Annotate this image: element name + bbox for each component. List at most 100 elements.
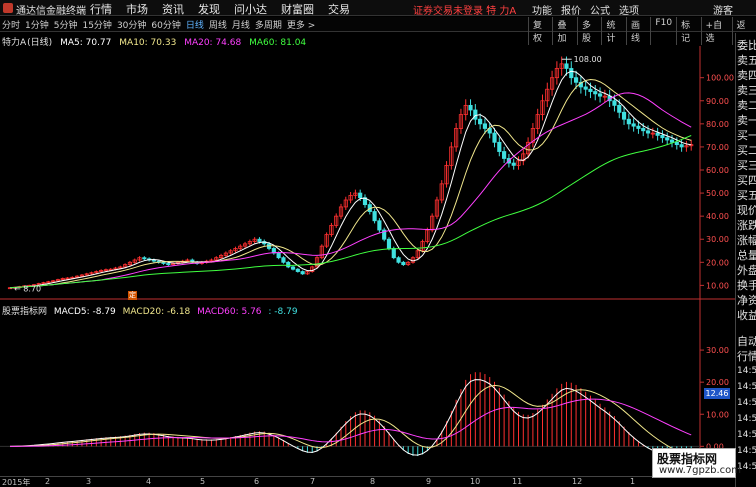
app-window: 通达信金融终端 行情 市场 资讯 发现 问小达 财富圈 交易 证券交易未登录 特… — [0, 0, 756, 487]
app-name: 通达信金融终端 — [16, 6, 86, 17]
time-row: 14:50 — [737, 366, 756, 376]
menu-item-wealth[interactable]: 财富圈 — [281, 1, 314, 17]
tab-monthly[interactable]: 月线 — [232, 18, 250, 31]
label-sell1: 卖一 — [737, 114, 756, 127]
candle-body — [290, 266, 296, 270]
ma-line-ma60 — [9, 135, 692, 289]
menu-item-quote[interactable]: 报价 — [561, 2, 581, 17]
candle-body — [679, 144, 684, 148]
candle-body — [276, 252, 281, 259]
period-tabs: 分时 1分钟 5分钟 15分钟 30分钟 60分钟 日线 周线 月线 多周期 更… — [2, 18, 320, 31]
add-watchlist-button[interactable]: +自选 — [700, 17, 732, 45]
candle-body — [478, 118, 483, 125]
high-price-label: 108.00 — [574, 55, 602, 64]
price-tick-label: 80.00 — [706, 120, 729, 129]
candle-body — [597, 93, 603, 97]
macd-tick-label: 30.00 — [706, 346, 729, 355]
candle-body — [386, 238, 392, 249]
quote-side-panel[interactable]: 委比 卖五 卖四 卖三 卖二 卖一 买一 买二 买三 买四 买五 现价 涨跌 涨… — [735, 33, 756, 487]
macd-chart[interactable]: 0.0010.0020.0030.00 — [0, 300, 735, 476]
candle-body — [286, 261, 291, 268]
multi-stock-button[interactable]: 多股 — [576, 17, 601, 45]
main-menu: 行情 市场 资讯 发现 问小达 财富圈 交易 — [90, 1, 364, 17]
candle-body — [631, 123, 636, 127]
label-outer: 外盘 — [737, 264, 756, 277]
tab-5min[interactable]: 5分钟 — [54, 18, 78, 31]
date-label: 4 — [146, 477, 152, 486]
candle-body — [396, 257, 401, 263]
label-buy2: 买二 — [737, 144, 756, 157]
guest-label[interactable]: 游客 — [713, 2, 733, 17]
menu-item-discover[interactable]: 发现 — [198, 1, 220, 17]
overlay-button[interactable]: 叠加 — [552, 17, 576, 45]
date-label: 7 — [310, 477, 316, 486]
chart-buttons: 复权 叠加 多股 统计 画线 F10 标记 +自选 返回 — [528, 17, 756, 45]
price-tick-label: 50.00 — [706, 189, 729, 198]
tab-multi-period[interactable]: 多周期 — [255, 18, 282, 31]
tab-30min[interactable]: 30分钟 — [117, 18, 146, 31]
login-notice[interactable]: 证券交易未登录 特 力A — [413, 2, 516, 17]
candle-body — [358, 192, 363, 199]
macd-tick-label: 10.00 — [706, 410, 729, 419]
title-bar: 通达信金融终端 行情 市场 资讯 发现 问小达 财富圈 交易 证券交易未登录 特… — [0, 0, 756, 17]
menu-item-trade[interactable]: 交易 — [328, 1, 350, 17]
label-volume: 总量 — [737, 249, 756, 262]
menu-item-function[interactable]: 功能 — [532, 2, 552, 17]
tab-weekly[interactable]: 周线 — [209, 18, 227, 31]
statistics-button[interactable]: 统计 — [601, 17, 625, 45]
tab-daily[interactable]: 日线 — [186, 18, 204, 31]
event-tag[interactable]: 定 — [128, 291, 137, 300]
label-market: 行情 — [737, 350, 756, 363]
candle-body — [665, 137, 670, 141]
label-sell3: 卖三 — [737, 84, 756, 97]
candle-body — [669, 139, 675, 143]
f10-button[interactable]: F10 — [650, 17, 676, 45]
label-earnings: 收益 — [737, 309, 756, 322]
date-label: 8 — [370, 477, 376, 486]
draw-line-button[interactable]: 画线 — [625, 17, 650, 45]
price-tick-label: 20.00 — [706, 258, 729, 267]
menu-item-options[interactable]: 选项 — [619, 2, 639, 17]
candle-body — [617, 104, 622, 113]
tab-1min[interactable]: 1分钟 — [25, 18, 49, 31]
candle-body — [372, 211, 377, 222]
time-row: 14:50 — [737, 446, 756, 456]
tab-60min[interactable]: 60分钟 — [151, 18, 180, 31]
tab-15min[interactable]: 15分钟 — [82, 18, 111, 31]
date-label: 5 — [200, 477, 206, 486]
label-buy3: 买三 — [737, 159, 756, 172]
mark-button[interactable]: 标记 — [676, 17, 700, 45]
macd-cursor-badge: 12.46 — [704, 388, 730, 399]
candle-body — [161, 261, 166, 264]
menu-item-formula[interactable]: 公式 — [590, 2, 610, 17]
date-label: 1 — [630, 477, 636, 486]
menu-item-ask[interactable]: 问小达 — [234, 1, 267, 17]
menu-item-quotes[interactable]: 行情 — [90, 1, 112, 17]
label-weibi: 委比 — [737, 39, 756, 52]
candle-body — [621, 111, 627, 120]
tab-intraday[interactable]: 分时 — [2, 18, 20, 31]
label-price: 现价 — [737, 204, 756, 217]
label-change: 涨跌 — [737, 219, 756, 232]
date-label: 10 — [470, 477, 481, 486]
restore-rights-button[interactable]: 复权 — [528, 17, 552, 45]
price-tick-label: 40.00 — [706, 212, 729, 221]
label-buy5: 买五 — [737, 189, 756, 202]
price-tick-label: 60.00 — [706, 166, 729, 175]
low-price-label: ← 8.70 — [14, 284, 41, 293]
label-auto: 自动 — [737, 335, 756, 348]
price-tick-label: 90.00 — [706, 97, 729, 106]
date-label: 2 — [45, 477, 51, 486]
label-net-asset: 净资 — [737, 294, 756, 307]
tab-more[interactable]: 更多 > — [287, 18, 315, 31]
candle-body — [660, 134, 665, 139]
candle-body — [593, 91, 598, 95]
candle-body — [573, 77, 579, 83]
candle-body — [401, 261, 406, 266]
candle-body — [281, 257, 286, 263]
date-label: 12 — [572, 477, 583, 486]
candle-body — [391, 248, 396, 259]
menu-item-news[interactable]: 资讯 — [162, 1, 184, 17]
candlestick-chart[interactable]: 10.00 20.00 30.00 40.00 50.00 60.00 70.00 80.00… — [0, 46, 735, 300]
menu-item-market[interactable]: 市场 — [126, 1, 148, 17]
